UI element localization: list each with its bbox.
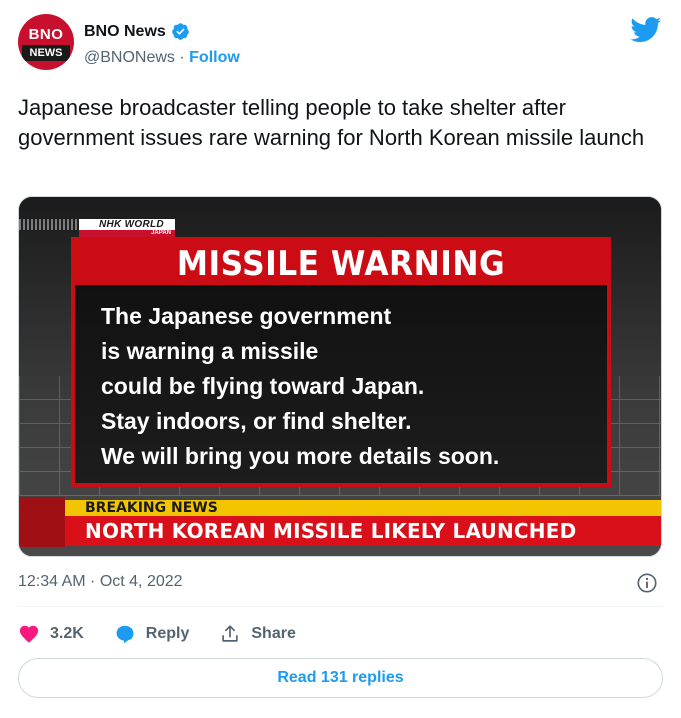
author-handle[interactable]: @BNONews xyxy=(84,49,175,66)
nhk-strip xyxy=(19,219,79,230)
warning-line: is warning a missile xyxy=(101,338,319,364)
tweet-actions: 3.2K Reply Share xyxy=(18,620,326,648)
twitter-bird-icon[interactable] xyxy=(630,17,662,43)
share-label: Share xyxy=(251,625,296,642)
breaking-news-label: BREAKING NEWS xyxy=(65,500,661,516)
avatar-text-bottom: NEWS xyxy=(22,45,70,61)
ticker-left-block xyxy=(19,497,65,547)
like-count: 3.2K xyxy=(50,625,84,642)
ticker-headline: NORTH KOREAN MISSILE LIKELY LAUNCHED xyxy=(65,516,661,546)
warning-title: MISSILE WARNING xyxy=(176,244,506,284)
author-name-row: BNO News xyxy=(84,22,190,41)
tweet-timestamp[interactable]: 12:34 AM · Oct 4, 2022 xyxy=(18,573,183,591)
follow-button[interactable]: Follow xyxy=(189,49,240,66)
heart-icon xyxy=(19,625,39,643)
read-replies-button[interactable]: Read 131 replies xyxy=(18,658,663,698)
divider xyxy=(18,606,663,607)
tweet-media[interactable]: NHK WORLD JAPAN MISSILE WARNING The Japa… xyxy=(18,196,662,557)
verified-badge-icon xyxy=(171,23,189,40)
avatar-text-top: BNO xyxy=(28,26,64,43)
info-icon[interactable] xyxy=(636,572,658,594)
reply-label: Reply xyxy=(145,625,190,642)
news-ticker: BREAKING NEWS NORTH KOREAN MISSILE LIKEL… xyxy=(19,497,661,547)
share-button[interactable]: Share xyxy=(219,623,296,645)
like-button[interactable]: 3.2K xyxy=(18,623,84,645)
separator: · xyxy=(174,49,190,66)
tweet-text: Japanese broadcaster telling people to t… xyxy=(18,95,645,150)
avatar[interactable]: BNO NEWS xyxy=(18,14,74,70)
author-handle-row: @BNONews · Follow xyxy=(84,49,240,67)
warning-line: We will bring you more details soon. xyxy=(101,443,500,469)
warning-line: could be flying toward Japan. xyxy=(101,373,425,399)
nhk-logo-bottom: JAPAN xyxy=(79,230,175,237)
share-icon xyxy=(222,625,239,642)
warning-line: Stay indoors, or find shelter. xyxy=(101,408,412,434)
author-name[interactable]: BNO News xyxy=(84,23,166,41)
reply-button[interactable]: Reply xyxy=(114,623,190,645)
missile-warning-panel: MISSILE WARNING The Japanese government … xyxy=(71,237,611,487)
warning-line: The Japanese government xyxy=(101,303,392,329)
nhk-world-logo: NHK WORLD JAPAN xyxy=(79,219,175,237)
reply-bubble-icon xyxy=(116,625,134,644)
nhk-logo-top: NHK WORLD xyxy=(79,219,175,230)
warning-body: The Japanese government is warning a mis… xyxy=(75,285,607,483)
